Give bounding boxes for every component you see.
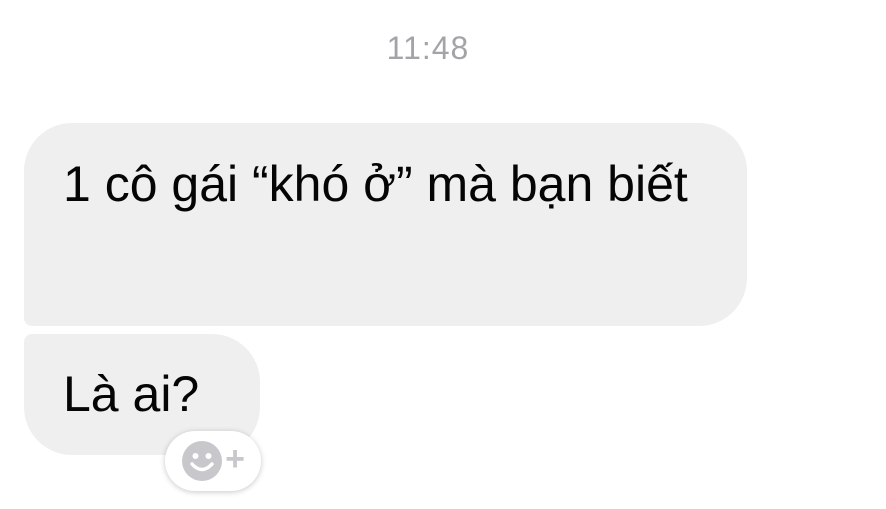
message-text: 1 cô gái “khó ở” mà bạn biết (63, 156, 688, 212)
message-timestamp: 11:48 (386, 30, 470, 66)
message-bubble[interactable]: 1 cô gái “khó ở” mà bạn biết (24, 123, 747, 326)
message-text: Là ai? (63, 366, 200, 422)
smiley-icon (182, 441, 223, 481)
plus-icon: + (225, 440, 245, 478)
add-reaction-button[interactable]: + (165, 431, 261, 491)
